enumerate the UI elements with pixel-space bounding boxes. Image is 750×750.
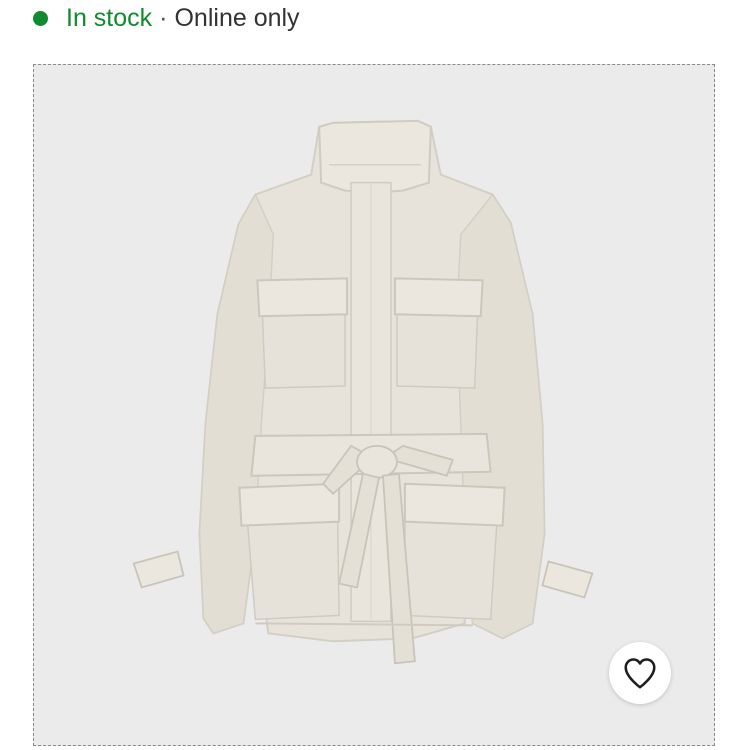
heart-outline-icon [624,658,656,689]
product-image-jacket[interactable] [34,65,714,745]
availability-channel-text: Online only [174,4,300,32]
product-image-frame[interactable] [33,64,715,746]
favorite-button[interactable] [609,642,671,704]
stock-status-text: In stock [66,4,153,32]
in-stock-dot-icon [33,10,48,26]
availability-separator: · [159,4,168,32]
availability-line: In stock · Online only [33,0,300,36]
